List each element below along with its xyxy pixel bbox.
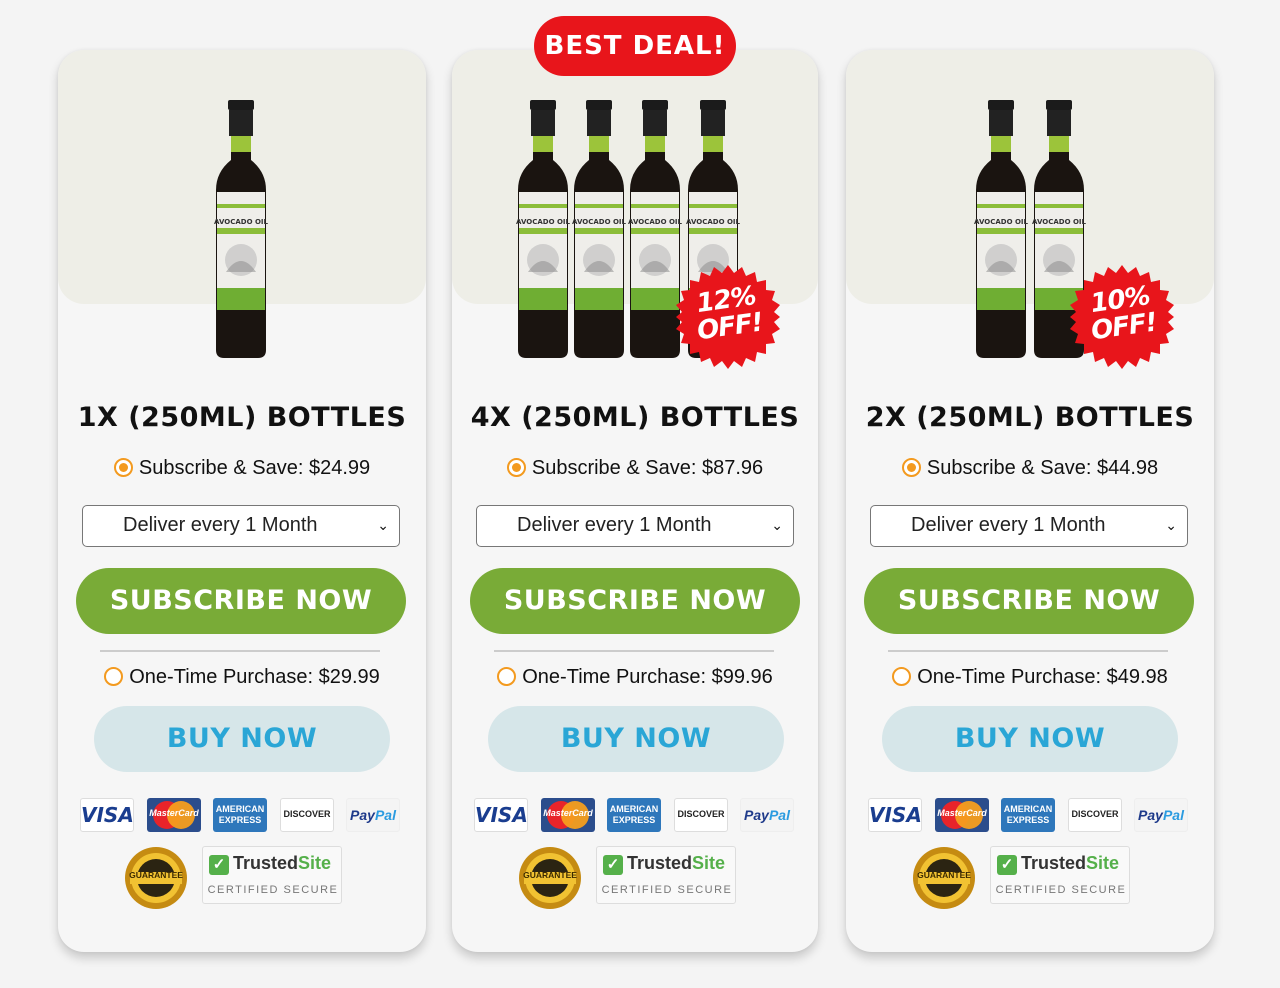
american-express-icon: AMERICAN EXPRESS — [213, 798, 267, 832]
one-time-price-label: One-Time Purchase: $99.96 — [522, 666, 773, 688]
one-time-option[interactable]: One-Time Purchase: $99.96 — [452, 666, 818, 689]
delivery-frequency-select[interactable]: Deliver every 1 Month ⌄ — [82, 505, 400, 547]
divider — [888, 650, 1168, 652]
subscribe-now-button[interactable]: SUBSCRIBE NOW — [470, 568, 800, 634]
delivery-frequency-value: Deliver every 1 Month — [517, 514, 712, 536]
visa-icon: VISA — [868, 798, 922, 832]
subscribe-radio[interactable] — [901, 458, 921, 477]
mastercard-icon: MasterCard — [541, 798, 595, 832]
subscribe-now-button[interactable]: SUBSCRIBE NOW — [864, 568, 1194, 634]
product-card-4-bottles: 12% OFF! 4X (250ML) BOTTLES Subscribe & S… — [452, 50, 818, 952]
trusted-site-badge: ✓ TrustedSite CERTIFIED SECURE — [202, 846, 342, 904]
bottle-icon — [516, 100, 570, 360]
discount-badge: 10% OFF! — [1070, 265, 1174, 369]
check-icon: ✓ — [209, 855, 229, 875]
bottle-icon — [214, 100, 268, 360]
guarantee-seal-icon: GUARANTEE — [912, 846, 976, 910]
visa-icon: VISA — [474, 798, 528, 832]
check-icon: ✓ — [603, 855, 623, 875]
trusted-site-badge: ✓ TrustedSite CERTIFIED SECURE — [596, 846, 736, 904]
product-card-2-bottles: 10% OFF! 2X (250ML) BOTTLES Subscribe & S… — [846, 50, 1214, 952]
one-time-radio[interactable] — [497, 667, 517, 686]
subscribe-now-button[interactable]: SUBSCRIBE NOW — [76, 568, 406, 634]
subscribe-option[interactable]: Subscribe & Save: $44.98 — [846, 457, 1214, 480]
chevron-down-icon: ⌄ — [377, 517, 389, 533]
buy-now-button[interactable]: BUY NOW — [94, 706, 390, 772]
payment-methods: VISA MasterCard AMERICAN EXPRESS DISCOVER… — [80, 798, 404, 834]
one-time-price-label: One-Time Purchase: $29.99 — [129, 666, 380, 688]
guarantee-seal-icon: GUARANTEE — [124, 846, 188, 910]
check-icon: ✓ — [997, 855, 1017, 875]
chevron-down-icon: ⌄ — [771, 517, 783, 533]
card-title: 2X (250ML) BOTTLES — [865, 402, 1195, 433]
payment-methods: VISA MasterCard AMERICAN EXPRESS DISCOVER… — [474, 798, 798, 834]
visa-icon: VISA — [80, 798, 134, 832]
bottle-image — [58, 100, 426, 362]
chevron-down-icon: ⌄ — [1165, 517, 1177, 533]
paypal-icon: PayPal — [1134, 798, 1188, 832]
card-title: 1X (250ML) BOTTLES — [77, 402, 407, 433]
trusted-site-badge: ✓ TrustedSite CERTIFIED SECURE — [990, 846, 1130, 904]
subscribe-option[interactable]: Subscribe & Save: $87.96 — [452, 457, 818, 480]
paypal-icon: PayPal — [346, 798, 400, 832]
buy-now-button[interactable]: BUY NOW — [488, 706, 784, 772]
delivery-frequency-value: Deliver every 1 Month — [911, 514, 1106, 536]
subscribe-radio[interactable] — [113, 458, 133, 477]
paypal-icon: PayPal — [740, 798, 794, 832]
buy-now-button[interactable]: BUY NOW — [882, 706, 1178, 772]
divider — [494, 650, 774, 652]
one-time-radio[interactable] — [892, 667, 912, 686]
mastercard-icon: MasterCard — [147, 798, 201, 832]
one-time-option[interactable]: One-Time Purchase: $29.99 — [58, 666, 426, 689]
one-time-price-label: One-Time Purchase: $49.98 — [917, 666, 1168, 688]
discover-icon: DISCOVER — [1068, 798, 1122, 832]
bottle-icon — [974, 100, 1028, 360]
product-card-1-bottle: 1X (250ML) BOTTLES Subscribe & Save: $24… — [58, 50, 426, 952]
subscribe-option[interactable]: Subscribe & Save: $24.99 — [58, 457, 426, 480]
bottle-icon — [572, 100, 626, 360]
subscribe-price-label: Subscribe & Save: $87.96 — [531, 457, 764, 479]
bottle-icon — [628, 100, 682, 360]
delivery-frequency-select[interactable]: Deliver every 1 Month ⌄ — [870, 505, 1188, 547]
discover-icon: DISCOVER — [674, 798, 728, 832]
card-title: 4X (250ML) BOTTLES — [470, 402, 800, 433]
payment-methods: VISA MasterCard AMERICAN EXPRESS DISCOVER… — [868, 798, 1192, 834]
subscribe-price-label: Subscribe & Save: $44.98 — [926, 457, 1159, 479]
discount-badge: 12% OFF! — [676, 265, 780, 369]
best-deal-badge: BEST DEAL! — [534, 16, 736, 76]
subscribe-radio[interactable] — [506, 458, 526, 477]
one-time-option[interactable]: One-Time Purchase: $49.98 — [846, 666, 1214, 689]
discover-icon: DISCOVER — [280, 798, 334, 832]
one-time-radio[interactable] — [104, 667, 124, 686]
american-express-icon: AMERICAN EXPRESS — [607, 798, 661, 832]
american-express-icon: AMERICAN EXPRESS — [1001, 798, 1055, 832]
guarantee-seal-icon: GUARANTEE — [518, 846, 582, 910]
divider — [100, 650, 380, 652]
subscribe-price-label: Subscribe & Save: $24.99 — [138, 457, 371, 479]
delivery-frequency-select[interactable]: Deliver every 1 Month ⌄ — [476, 505, 794, 547]
mastercard-icon: MasterCard — [935, 798, 989, 832]
delivery-frequency-value: Deliver every 1 Month — [123, 514, 318, 536]
